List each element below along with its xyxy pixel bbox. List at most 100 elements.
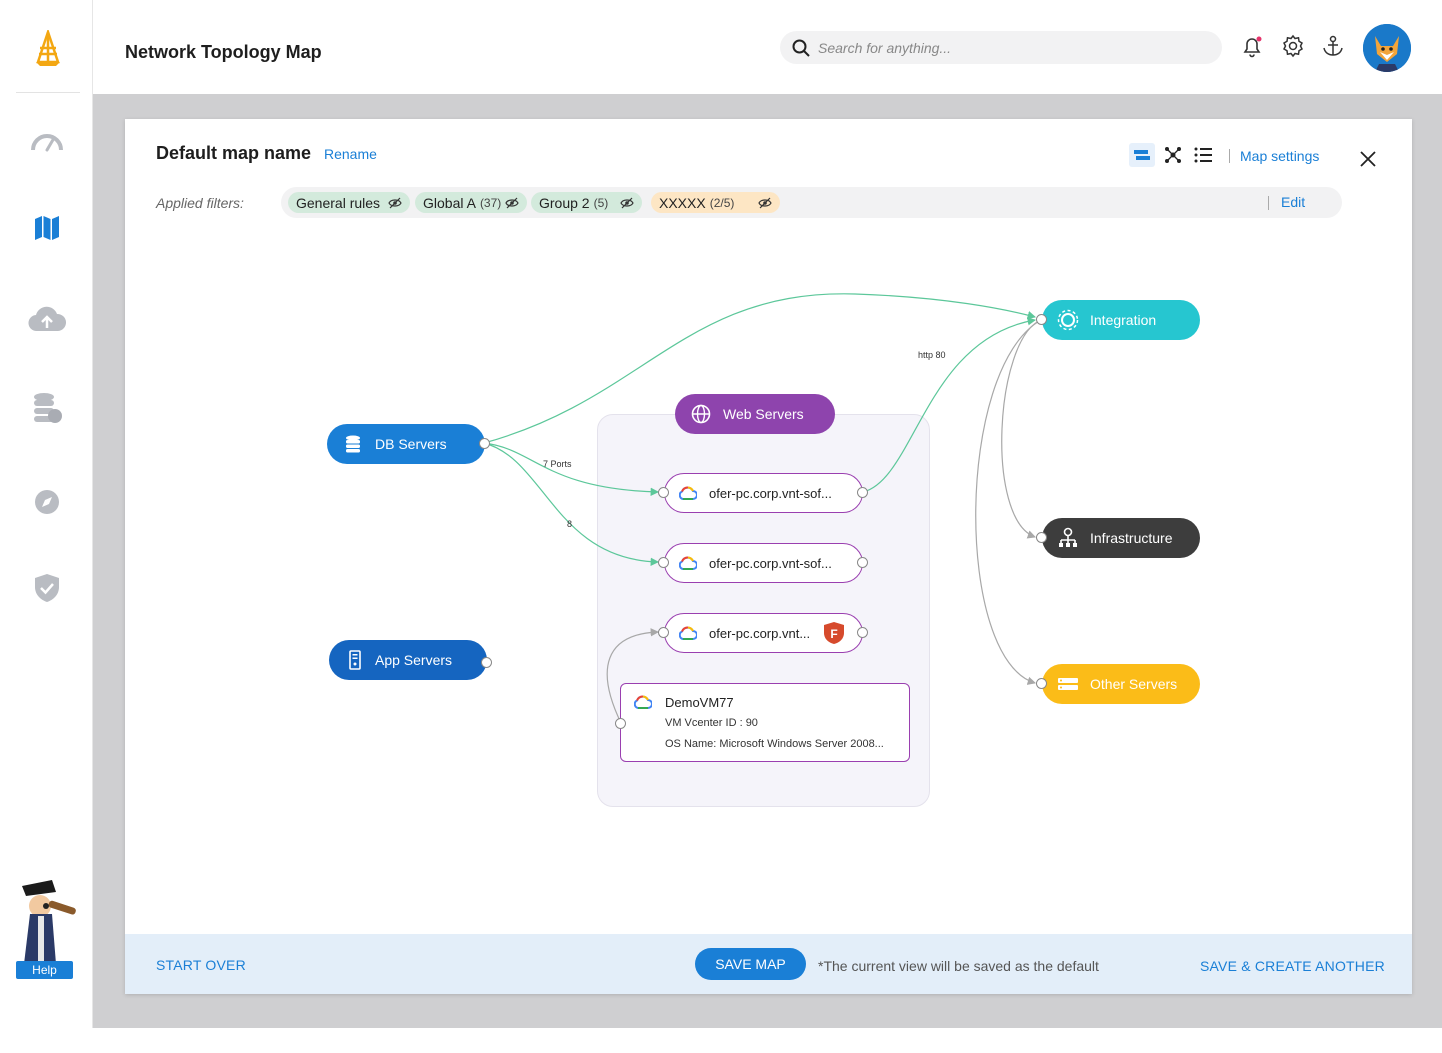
edit-filters-link[interactable]: Edit — [1281, 194, 1305, 210]
node-other-servers[interactable]: Other Servers — [1042, 664, 1200, 704]
map-settings-link[interactable]: Map settings — [1240, 148, 1319, 164]
sidebar-item-data[interactable] — [28, 392, 66, 426]
list-view-icon — [1194, 147, 1212, 163]
filter-chip-general-rules[interactable]: General rules — [288, 192, 411, 213]
firewall-badge-icon: F — [823, 621, 845, 645]
node-port[interactable] — [658, 557, 669, 568]
vm-card-vcenter-id: VM Vcenter ID : 90 — [665, 717, 758, 729]
sidebar-item-map[interactable] — [28, 211, 66, 245]
eye-off-icon[interactable] — [758, 197, 773, 209]
sidebar-item-discover[interactable] — [28, 485, 66, 519]
node-port[interactable] — [658, 487, 669, 498]
globe-icon — [689, 402, 713, 426]
vm-node[interactable]: ofer-pc.corp.vnt... F — [664, 613, 863, 653]
help-button[interactable]: Help — [16, 961, 73, 979]
vm-detail-card[interactable]: DemoVM77 VM Vcenter ID : 90 OS Name: Mic… — [620, 683, 910, 762]
start-over-button[interactable]: START OVER — [156, 957, 246, 973]
search-bar[interactable] — [780, 31, 1222, 64]
node-label: Infrastructure — [1090, 530, 1173, 546]
search-icon — [792, 39, 810, 57]
network-view-icon — [1165, 147, 1181, 163]
anchor-button[interactable] — [1320, 33, 1346, 59]
edge-label-ports: 7 Ports — [543, 459, 572, 469]
eye-off-icon[interactable] — [388, 197, 402, 209]
modal-footer: START OVER SAVE MAP *The current view wi… — [125, 934, 1412, 994]
vm-node[interactable]: ofer-pc.corp.vnt-sof... — [664, 473, 863, 513]
eye-off-icon[interactable] — [505, 197, 519, 209]
graph-view-button[interactable] — [1160, 143, 1186, 167]
vm-node[interactable]: ofer-pc.corp.vnt-sof... — [664, 543, 863, 583]
sidebar-item-dashboard[interactable] — [28, 124, 66, 158]
edge-label-eight: 8 — [567, 519, 573, 529]
node-port[interactable] — [615, 718, 626, 729]
save-map-button[interactable]: SAVE MAP — [695, 948, 806, 980]
filter-chip-count: (5) — [593, 195, 609, 210]
node-port[interactable] — [857, 627, 868, 638]
rename-link[interactable]: Rename — [324, 146, 377, 162]
applied-filters-label: Applied filters: — [156, 195, 244, 211]
sidebar: Help — [0, 0, 93, 1028]
node-label: App Servers — [375, 652, 453, 668]
sidebar-item-upload[interactable] — [28, 302, 66, 336]
app-logo[interactable] — [30, 28, 66, 68]
edge-vm1-integration — [862, 317, 1037, 493]
close-button[interactable] — [1356, 147, 1380, 171]
filter-chip-group-2[interactable]: Group 2 (5) — [531, 192, 643, 213]
search-input[interactable] — [818, 39, 1198, 56]
node-port[interactable] — [857, 557, 868, 568]
compass-icon — [35, 490, 59, 514]
node-infrastructure[interactable]: Infrastructure — [1042, 518, 1200, 558]
node-port[interactable] — [658, 627, 669, 638]
google-cloud-icon — [633, 695, 653, 714]
node-port[interactable] — [481, 657, 492, 668]
bell-icon — [1243, 36, 1262, 58]
vm-card-os-name: OS Name: Microsoft Windows Server 2008..… — [665, 738, 884, 750]
group-view-button[interactable] — [1129, 143, 1155, 167]
node-label: Other Servers — [1090, 676, 1178, 692]
layers-view-icon — [1134, 150, 1150, 160]
filter-chip-global-a[interactable]: Global A (37) — [415, 192, 528, 213]
topology-canvas[interactable]: 7 Ports 8 http 80 DB Servers App Servers… — [125, 229, 1412, 934]
edge-integration-infrastructure — [1001, 319, 1042, 539]
filter-chip-label: General rules — [296, 194, 381, 211]
map-editor-modal: Default map name Rename Map settings App… — [125, 119, 1412, 994]
node-port[interactable] — [1036, 678, 1047, 689]
notifications-button[interactable] — [1239, 33, 1265, 59]
server-rack-icon — [1056, 672, 1080, 696]
node-app-servers[interactable]: App Servers — [329, 640, 487, 680]
save-and-create-another-button[interactable]: SAVE & CREATE ANOTHER — [1200, 958, 1385, 974]
node-port[interactable] — [1036, 314, 1047, 325]
list-view-button[interactable] — [1190, 143, 1216, 167]
speedometer-icon — [31, 134, 63, 152]
filter-divider — [1268, 196, 1269, 210]
avatar[interactable] — [1363, 24, 1411, 72]
filter-chip-count: (37) — [479, 195, 502, 210]
node-label: Web Servers — [723, 406, 804, 422]
node-db-servers[interactable]: DB Servers — [327, 424, 485, 464]
node-web-servers[interactable]: Web Servers — [675, 394, 835, 434]
filter-chip-xxxxx[interactable]: XXXXX (2/5) — [651, 192, 781, 213]
node-port[interactable] — [1036, 532, 1047, 543]
node-port[interactable] — [479, 438, 490, 449]
node-label: Integration — [1090, 312, 1157, 328]
node-integration[interactable]: Integration — [1042, 300, 1200, 340]
vm-label: ofer-pc.corp.vnt-sof... — [709, 555, 832, 571]
google-cloud-icon — [679, 556, 697, 570]
node-port[interactable] — [857, 487, 868, 498]
server-tower-icon — [343, 648, 367, 672]
top-bar: Network Topology Map — [93, 0, 1442, 94]
filter-bar: General rules Global A (37) Group 2 (5) … — [281, 187, 1342, 218]
map-icon — [35, 216, 59, 240]
cloud-upload-icon — [28, 306, 66, 332]
close-icon — [1360, 151, 1376, 167]
sidebar-divider — [16, 92, 80, 93]
anchor-icon — [1323, 35, 1343, 56]
eye-off-icon[interactable] — [620, 197, 634, 209]
database-icon — [34, 393, 62, 423]
filter-chip-count: (2/5) — [709, 195, 735, 210]
settings-button[interactable] — [1280, 33, 1306, 59]
save-note: *The current view will be saved as the d… — [818, 958, 1099, 974]
edge-label-http: http 80 — [918, 350, 946, 360]
sidebar-item-security[interactable] — [28, 571, 66, 605]
firewall-badge-letter: F — [830, 627, 837, 641]
